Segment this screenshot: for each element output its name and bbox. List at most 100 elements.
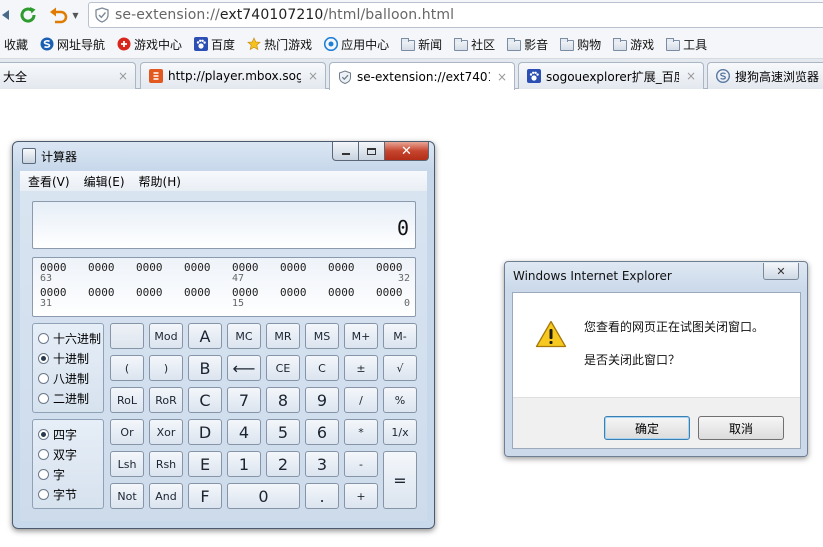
key-hex-b[interactable]: B <box>188 355 222 381</box>
key-blank[interactable] <box>110 323 144 349</box>
key-rol[interactable]: RoL <box>110 387 144 413</box>
key-clear[interactable]: C <box>305 355 339 381</box>
tab-3-active[interactable]: se-extension://ext7401 × <box>329 62 515 90</box>
ok-button[interactable]: 确定 <box>604 416 690 440</box>
tab-5[interactable]: 搜狗高速浏览器 - <box>707 62 823 89</box>
key-7[interactable]: 7 <box>227 387 261 413</box>
key-5[interactable]: 5 <box>266 419 300 445</box>
address-bar[interactable]: se-extension://ext740107210/html/balloon… <box>88 2 823 28</box>
key-mplus[interactable]: M+ <box>344 323 378 349</box>
bookmark-hot-games[interactable]: 热门游戏 <box>247 36 312 53</box>
radio-oct[interactable]: 八进制 <box>38 370 89 387</box>
sogou-icon <box>40 37 54 51</box>
menu-view[interactable]: 查看(V) <box>28 173 70 190</box>
key-hex-c[interactable]: C <box>188 387 222 413</box>
key-6[interactable]: 6 <box>305 419 339 445</box>
bookmark-folder-media[interactable]: 影音 <box>507 36 548 53</box>
nav-arrow-icon[interactable] <box>0 4 12 26</box>
bookmark-favorites[interactable]: 收藏 <box>4 36 28 53</box>
key-ror[interactable]: RoR <box>149 387 183 413</box>
bookmark-folder-news[interactable]: 新闻 <box>401 36 442 53</box>
dialog-close-button[interactable]: ✕ <box>763 263 799 280</box>
bookmark-baidu[interactable]: 百度 <box>194 36 235 53</box>
key-2[interactable]: 2 <box>266 451 300 477</box>
tab-2[interactable]: http://player.mbox.sog × <box>140 62 326 89</box>
radio-word[interactable]: 字 <box>38 466 65 483</box>
refresh-icon[interactable] <box>16 4 40 26</box>
radio-dec[interactable]: 十进制 <box>38 350 89 367</box>
dialog-message: 您查看的网页正在试图关闭窗口。 <box>584 320 765 334</box>
close-icon[interactable]: × <box>685 69 697 83</box>
radio-byte[interactable]: 字节 <box>38 486 77 503</box>
key-percent[interactable]: % <box>383 387 417 413</box>
key-negate[interactable]: ± <box>344 355 378 381</box>
folder-icon <box>454 37 469 51</box>
key-hex-d[interactable]: D <box>188 419 222 445</box>
radio-button-icon <box>38 489 49 500</box>
bookmark-site-nav[interactable]: 网址导航 <box>40 36 105 53</box>
key-xor[interactable]: Xor <box>149 419 183 445</box>
key-sqrt[interactable]: √ <box>383 355 417 381</box>
key-mminus[interactable]: M- <box>383 323 417 349</box>
bit-index-label: 31 <box>40 298 53 309</box>
tab-1[interactable]: 大全 × <box>0 62 136 89</box>
close-button[interactable]: ✕ <box>385 142 429 161</box>
cancel-button[interactable]: 取消 <box>698 416 784 440</box>
app-center-icon <box>323 36 339 52</box>
undo-close-tab-button[interactable]: ▼ <box>46 4 82 26</box>
bookmark-folder-community[interactable]: 社区 <box>454 36 495 53</box>
key-0[interactable]: 0 <box>227 483 300 509</box>
key-hex-e[interactable]: E <box>188 451 222 477</box>
key-minus[interactable]: - <box>344 451 378 477</box>
bookmark-app-center[interactable]: 应用中心 <box>323 36 389 53</box>
bookmark-game-center[interactable]: 游戏中心 <box>117 36 182 53</box>
key-ms[interactable]: MS <box>305 323 339 349</box>
key-equals[interactable]: = <box>383 451 417 509</box>
key-mc[interactable]: MC <box>227 323 261 349</box>
ie-confirm-dialog: Windows Internet Explorer ✕ 您查看的网页正在试图关闭… <box>504 261 808 457</box>
key-lparen[interactable]: ( <box>110 355 144 381</box>
key-divide[interactable]: / <box>344 387 378 413</box>
key-reciprocal[interactable]: 1/x <box>383 419 417 445</box>
radio-qword[interactable]: 四字 <box>38 426 77 443</box>
dropdown-arrow-icon[interactable]: ▼ <box>72 11 78 20</box>
key-4[interactable]: 4 <box>227 419 261 445</box>
baidu-favicon-icon <box>527 69 541 83</box>
close-icon[interactable]: × <box>496 70 508 84</box>
key-decimal[interactable]: . <box>305 483 339 509</box>
tab-4[interactable]: sogouexplorer扩展_百度 × <box>518 62 704 89</box>
maximize-button[interactable] <box>359 142 385 161</box>
close-icon[interactable]: × <box>117 69 129 83</box>
radio-hex[interactable]: 十六进制 <box>38 330 101 347</box>
key-and[interactable]: And <box>149 483 183 509</box>
close-icon[interactable]: × <box>307 69 319 83</box>
key-rparen[interactable]: ) <box>149 355 183 381</box>
key-multiply[interactable]: * <box>344 419 378 445</box>
menu-edit[interactable]: 编辑(E) <box>84 173 125 190</box>
key-rsh[interactable]: Rsh <box>149 451 183 477</box>
radio-dword[interactable]: 双字 <box>38 446 77 463</box>
radio-button-icon <box>38 373 49 384</box>
key-mod[interactable]: Mod <box>149 323 183 349</box>
key-backspace[interactable]: ⟵ <box>227 355 261 381</box>
key-ce[interactable]: CE <box>266 355 300 381</box>
key-8[interactable]: 8 <box>266 387 300 413</box>
key-mr[interactable]: MR <box>266 323 300 349</box>
minimize-button[interactable] <box>332 142 359 161</box>
bookmark-folder-tools[interactable]: 工具 <box>666 36 707 53</box>
key-1[interactable]: 1 <box>227 451 261 477</box>
key-or[interactable]: Or <box>110 419 144 445</box>
address-text[interactable]: se-extension://ext740107210/html/balloon… <box>115 7 454 23</box>
menu-help[interactable]: 帮助(H) <box>139 173 181 190</box>
bookmark-folder-shopping[interactable]: 购物 <box>560 36 601 53</box>
key-3[interactable]: 3 <box>305 451 339 477</box>
key-not[interactable]: Not <box>110 483 144 509</box>
bit-index-label: 32 <box>397 273 410 284</box>
key-lsh[interactable]: Lsh <box>110 451 144 477</box>
key-hex-f[interactable]: F <box>188 483 222 509</box>
key-9[interactable]: 9 <box>305 387 339 413</box>
radio-bin[interactable]: 二进制 <box>38 390 89 407</box>
key-plus[interactable]: + <box>344 483 378 509</box>
bookmark-folder-games[interactable]: 游戏 <box>613 36 654 53</box>
key-hex-a[interactable]: A <box>188 323 222 349</box>
